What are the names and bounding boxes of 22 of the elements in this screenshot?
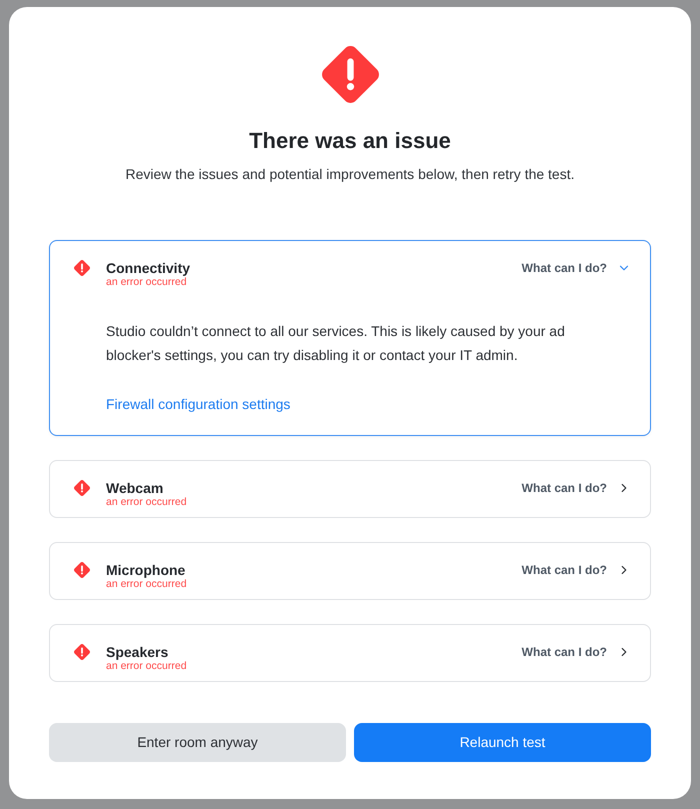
issue-name: Webcam	[106, 479, 164, 497]
issue-status: an error occurred	[106, 661, 187, 672]
issue-status: an error occurred	[106, 277, 188, 288]
alert-icon	[74, 260, 90, 276]
alert-icon	[74, 480, 90, 496]
dialog-subtitle: Review the issues and potential improvements below, then retry the test.	[125, 165, 574, 184]
issue-status: an error occurred	[106, 497, 187, 508]
issue-name: Connectivity	[106, 259, 190, 277]
enter-room-button[interactable]: Enter room anyway	[49, 723, 346, 762]
alert-icon	[74, 562, 90, 578]
issue-status: an error occurred	[106, 579, 187, 590]
what-can-i-do-toggle[interactable]: What can I do?	[522, 259, 631, 277]
alert-icon	[74, 644, 90, 660]
issue-description: Studio couldn’t connect to all our services. This is likely caused by your ad blocker's settings, you can try disabling it or contact your IT admin.	[106, 322, 566, 365]
what-can-i-do-toggle[interactable]: What can I do?	[522, 561, 631, 579]
relaunch-button[interactable]: Relaunch test	[354, 723, 651, 762]
what-can-i-do-toggle[interactable]: What can I do?	[522, 479, 631, 497]
issue-name: Speakers	[106, 643, 170, 661]
dialog-title: There was an issue	[249, 127, 451, 155]
issue-name: Microphone	[106, 561, 186, 579]
what-can-i-do-toggle[interactable]: What can I do?	[522, 643, 631, 661]
firewall-settings-link[interactable]: Firewall configuration settings	[106, 394, 290, 414]
